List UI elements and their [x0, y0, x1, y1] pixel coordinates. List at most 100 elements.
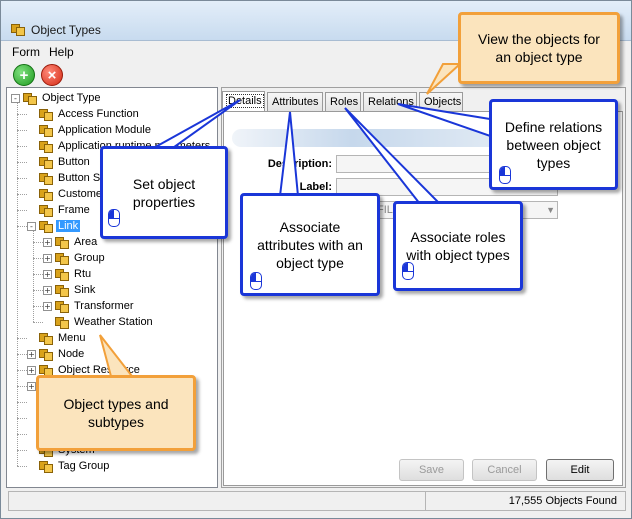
tab-objects[interactable]: Objects: [419, 92, 463, 111]
tree-connector: [33, 290, 43, 291]
tree-connector: [17, 418, 27, 419]
add-icon[interactable]: +: [13, 64, 35, 86]
tree-connector: [17, 450, 27, 451]
callout-set-properties-text: Set object properties: [132, 175, 196, 210]
expand-icon[interactable]: +: [43, 269, 52, 279]
tree-connector: [17, 370, 27, 371]
tab-relations[interactable]: Relations: [363, 92, 417, 111]
callout-define-relations: Define relations between object types: [489, 99, 618, 190]
tree-connector: [17, 114, 27, 115]
tree-item[interactable]: + Rtu: [43, 266, 93, 282]
expand-icon[interactable]: +: [43, 285, 52, 295]
tree-item-label: Object Type: [42, 92, 101, 104]
status-divider: [425, 492, 426, 510]
expand-icon[interactable]: +: [27, 365, 36, 375]
object-type-icon: [23, 91, 37, 105]
tree-connector: [17, 434, 27, 435]
mouse-icon: [402, 262, 414, 280]
tree-item[interactable]: + Area: [43, 234, 99, 250]
object-type-icon: [39, 331, 53, 345]
object-type-icon: [55, 267, 69, 281]
tree-item[interactable]: + Node: [27, 346, 86, 362]
object-type-icon: [39, 219, 53, 233]
expand-icon[interactable]: +: [43, 301, 52, 311]
edit-button[interactable]: Edit: [546, 459, 614, 481]
mouse-icon: [108, 209, 120, 227]
tree-item[interactable]: Application Module: [27, 122, 153, 138]
callout-view-objects: View the objects for an object type: [458, 12, 620, 84]
tree-connector: [33, 258, 43, 259]
tree-connector: [33, 306, 43, 307]
tree-connector: [17, 338, 27, 339]
chevron-down-icon: ▼: [546, 205, 555, 215]
tree-item[interactable]: Menu: [27, 330, 88, 346]
menu-help[interactable]: Help: [49, 45, 74, 59]
tree-connector: [17, 178, 27, 179]
tree-connector: [17, 466, 27, 467]
collapse-icon[interactable]: -: [27, 221, 36, 231]
object-type-icon: [39, 187, 53, 201]
tree-item-label: Application Module: [58, 124, 151, 136]
object-type-icon: [39, 171, 53, 185]
tree-item-label: Rtu: [74, 268, 92, 280]
tree-item-label: Frame: [58, 204, 90, 216]
tree-connector: [17, 146, 27, 147]
tree-item[interactable]: - Link: [27, 218, 81, 234]
status-text: 17,555 Objects Found: [508, 495, 617, 507]
callout-associate-attributes-text: Associate attributes with an object type: [257, 218, 363, 271]
tree-item[interactable]: Access Function: [27, 106, 141, 122]
object-type-icon: [39, 107, 53, 121]
tree-item[interactable]: - Object Type: [11, 90, 103, 106]
tree-item[interactable]: + Group: [43, 250, 107, 266]
cancel-button[interactable]: Cancel: [472, 459, 537, 481]
mouse-icon: [499, 166, 511, 184]
tree-item[interactable]: Button: [27, 154, 92, 170]
callout-define-relations-text: Define relations between object types: [504, 118, 603, 171]
tree-item-label: Sink: [74, 284, 96, 296]
tree-item-label: Area: [74, 236, 98, 248]
app-icon: [11, 22, 25, 36]
tree-item-label: Transformer: [74, 300, 134, 312]
callout-associate-roles-text: Associate roles with object types: [406, 229, 510, 263]
menu-form[interactable]: Form: [12, 45, 40, 59]
tree-item-label: Button: [58, 156, 90, 168]
object-type-icon: [55, 235, 69, 249]
object-type-icon: [55, 283, 69, 297]
tab-details-label: Details: [226, 94, 264, 108]
callout-associate-roles: Associate roles with object types: [393, 201, 523, 291]
object-type-icon: [55, 299, 69, 313]
object-type-icon: [55, 251, 69, 265]
label-label: Label:: [299, 181, 332, 193]
tree-item-label: Access Function: [58, 108, 139, 120]
expand-icon[interactable]: +: [27, 381, 36, 391]
object-type-icon: [39, 347, 53, 361]
object-type-icon: [39, 203, 53, 217]
tree-item[interactable]: + Transformer: [43, 298, 136, 314]
object-type-icon: [55, 315, 69, 329]
save-button[interactable]: Save: [399, 459, 464, 481]
expand-icon[interactable]: +: [27, 349, 36, 359]
tree-item-label: Weather Station: [74, 316, 153, 328]
tree-connector: [17, 130, 27, 131]
delete-icon[interactable]: ×: [41, 64, 63, 86]
tree-connector: [33, 242, 43, 243]
collapse-icon[interactable]: -: [11, 93, 20, 103]
tab-details[interactable]: Details: [222, 91, 265, 111]
object-type-icon: [39, 123, 53, 137]
description-label: Description:: [267, 158, 332, 170]
tree-item[interactable]: Tag Group: [27, 458, 111, 474]
tree-item[interactable]: Frame: [27, 202, 92, 218]
tree-connector: [17, 210, 27, 211]
tree-connector: [33, 230, 34, 322]
tree-connector: [17, 194, 27, 195]
tree-item-label: Tag Group: [58, 460, 110, 472]
tab-roles[interactable]: Roles: [325, 92, 361, 111]
callout-object-types-subtypes-text: Object types and subtypes: [63, 396, 169, 430]
expand-icon[interactable]: +: [43, 253, 52, 263]
object-type-icon: [39, 459, 53, 473]
tree-item[interactable]: Weather Station: [43, 314, 155, 330]
tree-connector: [17, 102, 18, 466]
expand-icon[interactable]: +: [43, 237, 52, 247]
tab-attributes[interactable]: Attributes: [267, 92, 323, 111]
tree-item[interactable]: + Sink: [43, 282, 97, 298]
